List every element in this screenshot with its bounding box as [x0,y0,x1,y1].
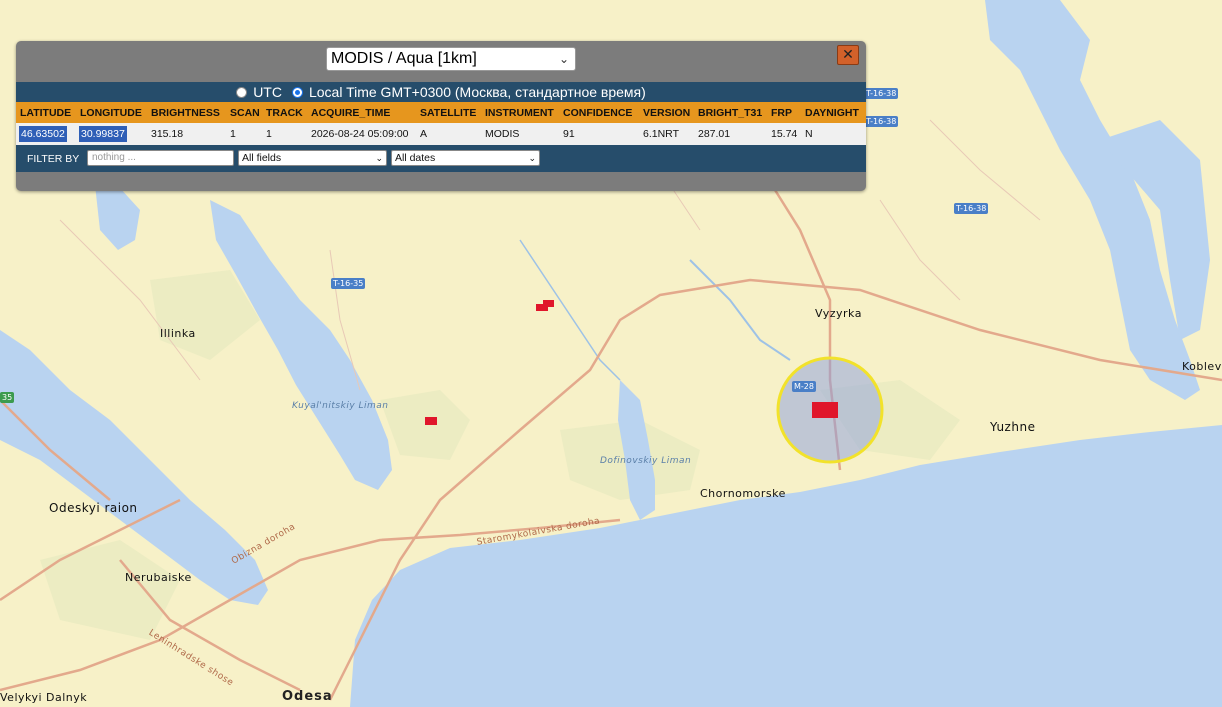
water-label-kuyalnitskiy: Kuyal'nitskiy Liman [292,401,389,411]
column-header-satellite[interactable]: SATELLITE [420,107,476,119]
cell-longitude: 30.99837 [79,126,127,142]
chevron-down-icon: ⌄ [558,52,569,66]
column-header-bright-t31[interactable]: BRIGHT_T31 [698,107,762,119]
column-header-longitude[interactable]: LONGITUDE [80,107,142,119]
close-button[interactable]: ✕ [837,45,859,65]
filter-input[interactable]: nothing ... [87,150,234,166]
route-shield-edge: 35 [0,392,15,403]
column-header-daynight[interactable]: DAYNIGHT [805,107,859,119]
column-header-frp[interactable]: FRP [771,107,792,119]
column-header-track[interactable]: TRACK [266,107,303,119]
cell-instrument: MODIS [485,128,520,140]
sensor-select-value: MODIS / Aqua [1km] [331,50,477,67]
column-header-acquire-time[interactable]: ACQUIRE_TIME [311,107,390,119]
column-header-instrument[interactable]: INSTRUMENT [485,107,554,119]
column-header-latitude[interactable]: LATITUDE [20,107,71,119]
water-label-dofinovskiy: Dofinovskiy Liman [600,456,692,466]
chevron-down-icon: ⌄ [528,153,536,163]
route-shield-t1638: T-16-38 [954,203,989,214]
date-filter-value: All dates [395,152,436,164]
place-label-nerubaiske: Nerubaiske [125,571,192,584]
route-shield-t1638: T-16-38 [864,88,899,99]
date-filter-select[interactable]: All dates ⌄ [391,150,540,166]
cell-bright-t31: 287.01 [698,128,731,140]
route-shield-m28: M-28 [792,381,816,392]
cell-brightness: 315.18 [151,128,184,140]
cell-latitude: 46.63502 [19,126,67,142]
local-time-radio[interactable] [291,86,303,98]
place-label-odeskyi-raion: Odeskyi raion [49,501,138,515]
place-label-odesa: Odesa [282,689,333,704]
column-header-confidence[interactable]: CONFIDENCE [563,107,632,119]
table-row[interactable]: 46.63502 30.99837 315.18 1 1 2026-08-24 … [16,123,866,145]
route-shield-t1638: T-16-38 [864,116,899,127]
column-header-version[interactable]: VERSION [643,107,690,119]
place-label-velykyi-dalnyk: Velykyi Dalnyk [0,691,88,704]
filter-bar: FILTER BY nothing ... All fields ⌄ All d… [16,145,866,172]
route-shield-t1635: T-16-35 [331,278,366,289]
cell-acquire-time: 2026-08-24 05:09:00 [311,128,409,140]
cell-confidence: 91 [563,128,575,140]
utc-radio-label: UTC [253,84,282,100]
place-label-illinka: Illinka [160,327,196,340]
cell-version: 6.1NRT [643,128,679,140]
place-label-vyzyrka: Vyzyrka [815,307,862,320]
fire-info-panel: MODIS / Aqua [1km] ⌄ ✕ UTC Local Time GM… [16,41,866,191]
place-label-chornomorske: Chornomorske [700,487,786,500]
field-filter-select[interactable]: All fields ⌄ [238,150,387,166]
place-label-koblevo: Koblevo [1182,360,1222,373]
fire-hotspot[interactable] [425,417,437,425]
time-zone-selector: UTC Local Time GMT+0300 (Москва, стандар… [16,82,866,102]
sensor-select[interactable]: MODIS / Aqua [1km] ⌄ [326,47,576,71]
cell-daynight: N [805,128,813,140]
utc-radio[interactable] [236,86,248,98]
cell-track: 1 [266,128,272,140]
local-time-radio-label: Local Time GMT+0300 (Москва, стандартное… [308,84,646,100]
filter-label: FILTER BY [27,153,80,165]
field-filter-value: All fields [242,152,282,164]
cell-frp: 15.74 [771,128,798,140]
fire-hotspot[interactable] [543,300,554,307]
cell-satellite: A [420,128,428,140]
fire-hotspot-selected[interactable] [812,402,838,418]
table-header: LATITUDE LONGITUDE BRIGHTNESS SCAN TRACK… [16,102,866,123]
cell-scan: 1 [230,128,236,140]
column-header-scan[interactable]: SCAN [230,107,260,119]
chevron-down-icon: ⌄ [375,153,383,163]
column-header-brightness[interactable]: BRIGHTNESS [151,107,220,119]
place-label-yuzhne: Yuzhne [990,420,1036,434]
